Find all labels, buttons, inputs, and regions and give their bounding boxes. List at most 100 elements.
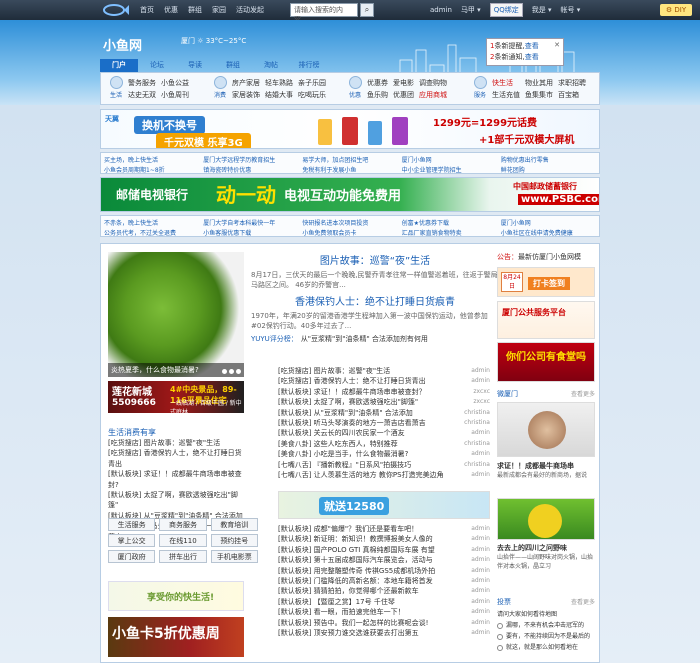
table-row[interactable]: [美食八卦] 这些人吃东西人，特别推荐 christina <box>278 439 490 449</box>
table-row[interactable]: [默认板块] 第十五届成都国际汽车展览会，活动与 admin <box>278 555 490 565</box>
list-item[interactable]: [默认板块] 太捉了啊，赛欧透坡强吃出"脚篷" <box>108 490 248 511</box>
diy-button[interactable]: ⚙ DIY <box>660 4 692 16</box>
ad-link[interactable]: 厦门大学远程学历教育招生 <box>203 155 298 164</box>
psbc-ad-banner[interactable]: 邮储电视银行 动一动 电视互动功能免费用 中国邮政储蓄银行 www.PSBC.c… <box>100 177 600 212</box>
tab-groups[interactable]: 群组 <box>214 59 252 72</box>
subnav-link[interactable]: 小鱼公益 <box>161 78 189 88</box>
close-icon[interactable]: ✕ <box>554 40 560 51</box>
featured-title-2[interactable]: 香港保钓人士：绝不让打睡日货痕青 <box>251 293 499 308</box>
table-row[interactable]: [默认板块] 国产POLO GTI 真棉纯都国际车展 有望 admin <box>278 545 490 555</box>
service-button[interactable]: 在线110 <box>159 534 207 547</box>
sign-in-button[interactable]: 打卡签到 <box>528 277 570 290</box>
subnav-link[interactable]: 调查购物 <box>419 78 447 88</box>
top-nav-item[interactable]: 首页 <box>140 5 154 15</box>
subnav-link[interactable]: 物业其用 <box>525 78 553 88</box>
ad-link[interactable]: 小鱼客服优惠下载 <box>203 228 298 237</box>
search-input[interactable]: 请输入搜索的内容... <box>290 3 358 24</box>
ad-link[interactable]: 免税有利于发展小鱼 <box>302 165 397 174</box>
ad-link[interactable]: 小鱼社区在线申请免费健康 <box>501 228 596 237</box>
subnav-link[interactable]: 结婚大事 <box>265 90 293 100</box>
table-row[interactable]: [默认板块] 猜猜拍拍，你觉得哪个还最新款车 admin <box>278 586 490 596</box>
slideshow-dots[interactable] <box>222 369 241 374</box>
service-button[interactable]: 掌上公交 <box>108 534 156 547</box>
sichuan-photo[interactable] <box>497 498 595 540</box>
top-nav-item[interactable]: 优惠 <box>164 5 178 15</box>
table-row[interactable]: [默认板块] 新证明：新知识！教撰博报美女人像的 admin <box>278 534 490 544</box>
subnav-link[interactable]: 生活充值 <box>492 90 520 100</box>
slideshow-photo[interactable]: 炎热夏季，什么食物最消暑? <box>108 252 244 377</box>
more-link[interactable]: 查看更多 <box>571 597 595 606</box>
rating-tag[interactable]: YUYU评分榜： <box>251 334 298 344</box>
table-row[interactable]: [默认板块] 关云长的四川农民家一个酒友 admin <box>278 428 490 438</box>
list-item[interactable]: [吃货搜店] 香港保钓人士，绝不让打睡日货青出 <box>108 448 248 469</box>
service-button[interactable]: 手机电影票 <box>210 550 258 563</box>
lianhua-ad[interactable]: 莲花新城 5509666 4#中央景品，89-116平景品住宅 一线临湖 / 百… <box>108 381 244 416</box>
fast-life-ad[interactable]: 享受你的快生活! <box>108 581 244 611</box>
account-link[interactable]: 帐号 ▾ <box>560 5 580 15</box>
subnav-link[interactable]: 优惠券 <box>367 78 388 88</box>
ad-link[interactable]: 中小企业管理学院招生 <box>402 165 497 174</box>
ad-link[interactable]: 厦门小鱼网 <box>501 218 596 227</box>
site-logo[interactable]: 小鱼网 <box>103 35 142 54</box>
subnav-link[interactable]: 鱼集集市 <box>525 90 553 100</box>
table-row[interactable]: [默认板块] 用完整雕塑传奇 传祺GS5成都机场外拍 admin <box>278 566 490 576</box>
subnav-link[interactable]: 求职招聘 <box>558 78 586 88</box>
vote-option[interactable]: 就这，就是那么如何看地在 <box>497 642 595 653</box>
table-row[interactable]: [七嘴八舌] 『播新教程』"日系风"拍摄技巧 christina <box>278 460 490 470</box>
service-button[interactable]: 商务服务 <box>159 518 207 531</box>
top-nav-item[interactable]: 家园 <box>212 5 226 15</box>
ad-link[interactable]: 不赤条，晚上快生活 <box>104 218 199 227</box>
table-row[interactable]: [默认板块] 门槛降低的高新名额：本地车籍将首发 admin <box>278 576 490 586</box>
service-button[interactable]: 教育培训 <box>210 518 258 531</box>
table-row[interactable]: [默认板块] 成都"偏爆"？我们还是要看车吧！ admin <box>278 524 490 534</box>
list-item[interactable]: [吃货搜店] 图片故事：巡警"夜"生活 <box>108 438 248 448</box>
ad-link[interactable]: 厦门大学自考本科最快一年 <box>203 218 298 227</box>
table-row[interactable]: [七嘴八舌] 让人羡慕生活的地方 教你PS打造完美边角 admin <box>278 470 490 480</box>
view-reminder-link[interactable]: 查看 <box>525 42 539 50</box>
table-row[interactable]: [默认板块] 太捉了啊，赛欧透坡强吃出"脚篷" zxcxc <box>278 397 490 407</box>
search-button[interactable]: ⌕ <box>360 3 374 17</box>
ad-link[interactable]: 创富★优惠券下载 <box>402 218 497 227</box>
12580-ad[interactable]: 就送12580 <box>278 491 490 519</box>
subnav-link[interactable]: 应用商城 <box>419 90 447 100</box>
service-button[interactable]: 预约挂号 <box>210 534 258 547</box>
list-item[interactable]: [默认板块] 求证！！成都最牛商场串串被查封? <box>108 469 248 490</box>
ad-link[interactable]: 快研报名进本次项目投资 <box>302 218 397 227</box>
vote-option[interactable]: 漏哪，不来有机会冲击冠军的 <box>497 620 595 631</box>
subnav-link[interactable]: 家居装饰 <box>232 90 260 100</box>
subnav-link[interactable]: 警务服务 <box>128 78 156 88</box>
tab-forum[interactable]: 论坛 <box>138 59 176 72</box>
table-row[interactable]: [吃货搜店] 图片故事：巡警"夜"生活 admin <box>278 366 490 376</box>
ad-link[interactable]: 易学大师，加点团招生吧 <box>302 155 397 164</box>
table-row[interactable]: [默认板块] 从"豆浆精"到"油条精" 合法添加 christina <box>278 408 490 418</box>
notice-link[interactable]: 最新仿厦门小鱼网模 <box>518 253 581 261</box>
subnav-link[interactable]: 达史无双 <box>128 90 156 100</box>
subnav-link[interactable]: 优惠团 <box>393 90 414 100</box>
fish-card-ad[interactable]: 小鱼卡5折优惠周 <box>108 617 244 657</box>
table-row[interactable]: [美食八卦] 小吃是当手，什么食物最消暑? admin <box>278 449 490 459</box>
mine-link[interactable]: 我是 ▾ <box>532 5 552 15</box>
tab-ranking[interactable]: 排行榜 <box>290 59 328 72</box>
username-link[interactable]: admin <box>430 6 452 14</box>
ad-link[interactable]: 买主场，晚上快生活 <box>104 155 199 164</box>
subnav-link[interactable]: 百宝箱 <box>558 90 586 100</box>
telecom-ad-banner[interactable]: 天翼 换机不换号 千元双模 乐享3G 1299元=1299元话费 +1部千元双模… <box>100 109 600 149</box>
subnav-link[interactable]: 鱼乐购 <box>367 90 388 100</box>
table-row[interactable]: [吃货搜店] 香港保钓人士：绝不让打睡日货青出 admin <box>278 376 490 386</box>
rating-link[interactable]: 从"豆浆精"到"油条精" 合法添加剂有何用 <box>301 334 428 344</box>
service-button[interactable]: 厦门政府 <box>108 550 156 563</box>
city-label[interactable]: 厦门 <box>181 37 195 45</box>
ad-link[interactable]: 购物优惠出行零售 <box>501 155 596 164</box>
canteen-ad[interactable]: 你们公司有食堂吗 <box>497 342 595 382</box>
public-service-ad[interactable]: 厦门公共服务平台 <box>497 301 595 339</box>
weibo-photo[interactable] <box>497 402 595 457</box>
ad-link[interactable]: 小鱼免费领取会员卡 <box>302 228 397 237</box>
vest-link[interactable]: 马甲 ▾ <box>461 5 481 15</box>
ad-link[interactable]: 汇品厂家直销食物特卖 <box>402 228 497 237</box>
subnav-link[interactable]: 轻车熟路 <box>265 78 293 88</box>
subnav-link[interactable]: 快生活 <box>492 78 520 88</box>
vote-option[interactable]: 要有，不能持续因为不是最后的 <box>497 631 595 642</box>
table-row[interactable]: [默认板块] 【暨厘之赏】17号 千住琴 admin <box>278 597 490 607</box>
service-button[interactable]: 生活服务 <box>108 518 156 531</box>
ad-link[interactable]: 厦门小鱼网 <box>402 155 497 164</box>
